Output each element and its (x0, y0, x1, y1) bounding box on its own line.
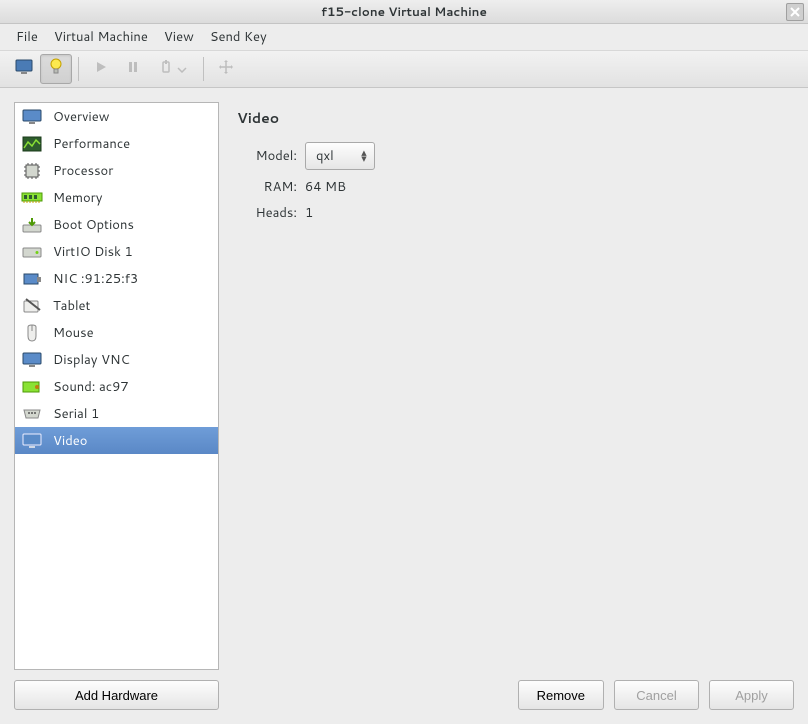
menu-file[interactable]: File (8, 25, 46, 49)
hw-item-label: Serial 1 (53, 405, 99, 423)
monitor-icon (21, 107, 43, 127)
hw-item-serial[interactable]: Serial 1 (15, 400, 218, 427)
detail-pane: Video Model: qxl ▲▼ RAM: 64 MB Heads: 1 (237, 102, 794, 670)
power-icon (159, 59, 173, 80)
memory-icon (21, 188, 43, 208)
monitor-icon (15, 59, 33, 80)
model-select[interactable]: qxl ▲▼ (305, 142, 375, 170)
performance-icon (21, 134, 43, 154)
pause-icon (126, 60, 140, 79)
cancel-button[interactable]: Cancel (614, 680, 699, 710)
details-view-button[interactable] (40, 54, 72, 84)
hw-item-label: NIC :91:25:f3 (53, 270, 138, 288)
processor-icon (21, 161, 43, 181)
hw-item-label: VirtIO Disk 1 (53, 243, 133, 261)
hw-item-processor[interactable]: Processor (15, 157, 218, 184)
apply-button[interactable]: Apply (709, 680, 794, 710)
select-arrows-icon: ▲▼ (356, 150, 372, 162)
sound-icon (21, 377, 43, 397)
hw-item-label: Sound: ac97 (53, 378, 129, 396)
heads-label: Heads: (237, 204, 297, 222)
hw-item-overview[interactable]: Overview (15, 103, 218, 130)
window-title: f15-clone Virtual Machine (321, 3, 487, 20)
hw-item-label: Memory (53, 189, 102, 207)
hw-item-boot-options[interactable]: Boot Options (15, 211, 218, 238)
hw-item-memory[interactable]: Memory (15, 184, 218, 211)
hw-item-display[interactable]: Display VNC (15, 346, 218, 373)
chevron-down-icon (177, 60, 187, 78)
hw-item-label: Display VNC (53, 351, 130, 369)
pause-button[interactable] (117, 54, 149, 84)
window-close-button[interactable] (786, 3, 804, 21)
action-buttons: Remove Cancel Apply (237, 680, 794, 710)
hw-item-disk[interactable]: VirtIO Disk 1 (15, 238, 218, 265)
toolbar-separator (203, 57, 204, 81)
ram-label: RAM: (237, 178, 297, 196)
heads-value: 1 (305, 204, 313, 222)
hw-item-label: Boot Options (53, 216, 134, 234)
hw-item-video[interactable]: Video (15, 427, 218, 454)
serial-icon (21, 404, 43, 424)
add-hardware-button[interactable]: Add Hardware (14, 680, 219, 710)
mouse-icon (21, 323, 43, 343)
video-icon (21, 431, 43, 451)
console-view-button[interactable] (8, 54, 40, 84)
menu-virtual-machine[interactable]: Virtual Machine (46, 25, 156, 49)
content-area: Overview Performance Processor Memory Bo… (0, 88, 808, 724)
left-column: Overview Performance Processor Memory Bo… (14, 102, 219, 710)
toolbar-separator (78, 57, 79, 81)
menu-view[interactable]: View (156, 25, 202, 49)
menu-send-key[interactable]: Send Key (202, 25, 275, 49)
titlebar: f15-clone Virtual Machine (0, 0, 808, 24)
ram-value: 64 MB (305, 178, 346, 196)
remove-button[interactable]: Remove (518, 680, 604, 710)
tablet-icon (21, 296, 43, 316)
hw-item-label: Overview (53, 108, 109, 126)
right-column: Video Model: qxl ▲▼ RAM: 64 MB Heads: 1 (237, 102, 794, 710)
hardware-list[interactable]: Overview Performance Processor Memory Bo… (14, 102, 219, 670)
hw-item-tablet[interactable]: Tablet (15, 292, 218, 319)
shutdown-button[interactable] (149, 54, 197, 84)
fullscreen-icon (218, 59, 234, 80)
hw-item-label: Video (53, 432, 87, 450)
display-icon (21, 350, 43, 370)
hw-item-label: Performance (53, 135, 130, 153)
model-label: Model: (237, 147, 297, 165)
hw-item-nic[interactable]: NIC :91:25:f3 (15, 265, 218, 292)
hw-item-label: Processor (53, 162, 113, 180)
nic-icon (21, 269, 43, 289)
run-button[interactable] (85, 54, 117, 84)
hw-item-label: Tablet (53, 297, 90, 315)
hw-item-mouse[interactable]: Mouse (15, 319, 218, 346)
boot-icon (21, 215, 43, 235)
hw-item-label: Mouse (53, 324, 94, 342)
fullscreen-button[interactable] (210, 54, 242, 84)
disk-icon (21, 242, 43, 262)
menubar: File Virtual Machine View Send Key (0, 24, 808, 50)
lightbulb-icon (49, 58, 63, 81)
play-icon (94, 60, 108, 79)
hw-item-sound[interactable]: Sound: ac97 (15, 373, 218, 400)
toolbar (0, 50, 808, 88)
detail-title: Video (237, 108, 794, 128)
model-value: qxl (316, 147, 334, 165)
hw-item-performance[interactable]: Performance (15, 130, 218, 157)
